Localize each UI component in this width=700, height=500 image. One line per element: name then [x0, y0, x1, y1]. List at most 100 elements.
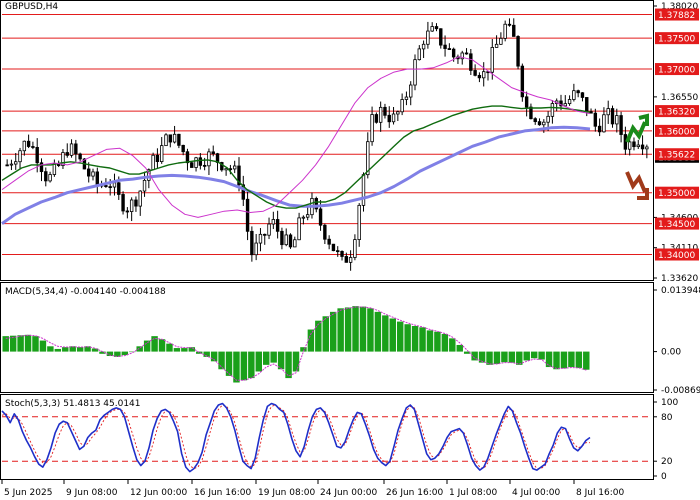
candle-body: [473, 70, 477, 76]
macd-bar: [32, 336, 39, 352]
price-level-label: 1.37882: [658, 11, 695, 21]
price-axis: 1.380201.378821.375001.370001.365501.363…: [653, 2, 699, 284]
candle-body: [623, 134, 628, 150]
candle-body: [232, 165, 237, 170]
macd-bar: [516, 351, 523, 365]
candle-body: [267, 223, 271, 236]
price-level-label: 1.34000: [658, 251, 695, 261]
candle-body: [567, 99, 572, 105]
candle-body: [409, 84, 413, 98]
stoch-axis: 100 80 20 0: [653, 398, 678, 482]
candle-body: [378, 106, 383, 123]
candle-body: [482, 71, 486, 79]
macd-bar: [129, 351, 136, 353]
candle-body: [125, 210, 130, 213]
candle-body: [404, 96, 409, 100]
price-tick-label: 1.33620: [661, 274, 698, 284]
candle-body: [443, 44, 447, 49]
macd-bar: [337, 308, 344, 352]
chart-canvas: 1.380201.378821.375001.370001.365501.363…: [0, 0, 700, 498]
candle-body: [61, 152, 65, 166]
candle-body: [288, 234, 293, 248]
candle-body: [361, 174, 366, 206]
candle-body: [469, 53, 473, 71]
macd-bar: [359, 306, 367, 352]
candle-body: [211, 151, 215, 155]
macd-bar: [404, 324, 411, 352]
price-level-label: 1.35000: [658, 189, 695, 199]
macd-bar: [434, 331, 441, 352]
candle-body: [370, 114, 374, 143]
macd-bar: [508, 351, 516, 363]
macd-bar: [39, 340, 47, 352]
macd-bar: [9, 335, 17, 352]
macd-bar: [173, 348, 181, 352]
candle-body: [104, 185, 108, 187]
candle-body: [194, 157, 198, 168]
candle-body: [391, 113, 396, 123]
macd-bar: [158, 339, 166, 352]
candle-body: [293, 239, 297, 248]
candle-body: [151, 154, 155, 171]
candle-body: [585, 97, 589, 113]
price-tick-label: 1.36550: [661, 93, 698, 103]
candle-body: [164, 134, 168, 147]
candle-body: [632, 141, 636, 148]
stoch-label: Stoch(5,3,3) 51.4813 45.0141: [5, 399, 141, 409]
macd-bar: [76, 347, 84, 352]
moving-average-series: [1, 56, 591, 225]
price-level-label: 1.37500: [658, 35, 695, 45]
candle-body: [5, 164, 9, 167]
macd-bar: [255, 351, 263, 372]
candle-body: [250, 230, 254, 256]
stoch-signal-line: [1, 404, 590, 470]
candle-body: [606, 108, 610, 116]
candle-body: [263, 233, 267, 236]
macd-tick-label: 0.00: [661, 348, 681, 358]
candle-body: [52, 163, 57, 175]
candle-body: [610, 108, 615, 125]
time-tick-label: 8 Jul 16:00: [576, 488, 625, 498]
time-tick-label: 5 Jun 2025: [4, 488, 52, 498]
macd-bar: [382, 315, 389, 352]
candle-body: [121, 194, 125, 212]
macd-bar: [218, 351, 225, 370]
candle-body: [400, 99, 404, 113]
candle-body: [494, 43, 499, 48]
candle-body: [224, 168, 228, 171]
candle-body: [323, 224, 327, 240]
candle-body: [434, 26, 439, 30]
macd-bar: [307, 329, 315, 352]
stoch-tick-label: 100: [661, 398, 678, 408]
time-axis: 5 Jun 2025 9 Jun 08:00 12 Jun 00:00 16 Jun …: [1, 479, 625, 498]
candle-body: [640, 144, 645, 150]
candle-body: [117, 182, 121, 195]
candle-body: [396, 111, 400, 115]
macd-bar: [166, 343, 173, 352]
candle-body: [78, 153, 82, 160]
candle-body: [507, 23, 512, 26]
candle-body: [451, 48, 456, 58]
macd-bar: [553, 351, 560, 370]
down-arrow-icon: [625, 171, 649, 200]
candle-body: [138, 190, 142, 207]
candle-body: [271, 219, 276, 225]
candle-body: [181, 144, 185, 153]
candle-body: [22, 140, 27, 152]
time-tick-label: 1 Jul 08:00: [449, 488, 498, 498]
macd-bar: [389, 318, 396, 352]
candle-body: [529, 106, 533, 120]
time-tick-label: 12 Jun 00:00: [130, 488, 187, 498]
candle-body: [155, 154, 160, 163]
candle-body: [284, 234, 288, 246]
candle-body: [580, 92, 585, 98]
candle-body: [305, 214, 310, 218]
candle-body: [87, 168, 91, 177]
candle-body: [576, 90, 580, 94]
candle-body: [202, 164, 207, 167]
candle-body: [297, 217, 301, 241]
macd-bar: [441, 333, 449, 352]
macd-bar: [560, 351, 568, 369]
candle-body: [512, 24, 516, 37]
time-tick-label: 4 Jul 00:00: [512, 488, 561, 498]
